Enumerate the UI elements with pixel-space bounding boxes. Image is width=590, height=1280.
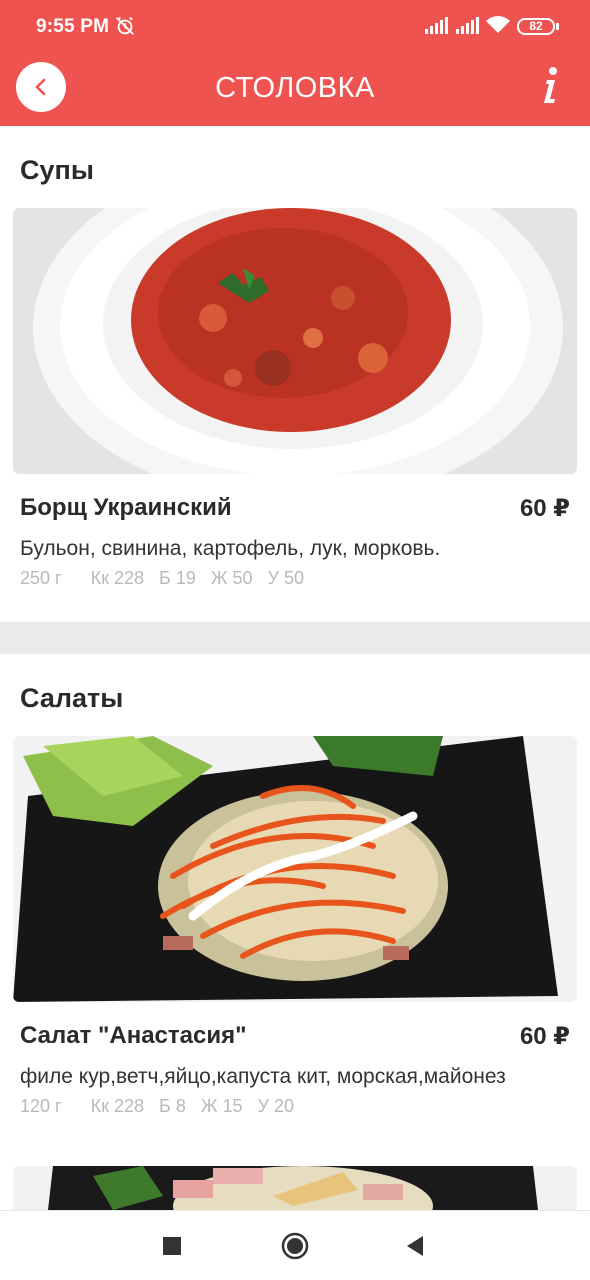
triangle-back-icon [407,1236,423,1256]
dish-nutrition: 120 г Кк 228 Б 8 Ж 15 У 20 [20,1096,304,1117]
battery-indicator: 82 [517,18,555,35]
dish-weight: 250 г [20,568,62,588]
square-icon [163,1237,181,1255]
page-title: СТОЛОВКА [215,72,375,104]
dish-image[interactable] [13,736,577,1002]
dish-fat: Ж 50 [210,568,253,588]
dish-weight: 120 г [20,1096,62,1116]
system-nav-bar [0,1210,590,1280]
dish-kcal: Кк 228 [90,1096,145,1116]
status-bar: 9:55 PM 82 [0,0,590,52]
app-header: 9:55 PM 82 СТОЛОВКА [0,0,590,126]
alarm-off-icon [116,16,134,35]
dish-price: 60 ₽ [519,495,570,522]
dish-description: Бульон, свинина, картофель, лук, морковь… [20,537,441,560]
section-divider [0,622,590,654]
dish-name: Борщ Украинский [20,494,232,521]
status-time: 9:55 PM [36,16,110,37]
dish-protein: Б 8 [159,1096,186,1116]
section-title: Салаты [20,683,124,713]
dish-nutrition: 250 г Кк 228 Б 19 Ж 50 У 50 [20,568,314,589]
info-button[interactable] [528,60,572,110]
nav-home-button[interactable] [280,1231,310,1261]
dish-image[interactable] [13,1166,577,1210]
circle-icon [281,1232,309,1260]
battery-tip [556,23,559,30]
dish-fat: Ж 15 [200,1096,243,1116]
section-title: Супы [20,155,94,185]
dish-kcal: Кк 228 [90,568,145,588]
dish-description: филе кур,ветч,яйцо,капуста кит, морская,… [20,1065,506,1088]
dish-image[interactable] [13,208,577,474]
dish-price: 60 ₽ [519,1023,570,1050]
wifi-icon [486,16,510,33]
signal-icon [456,17,479,34]
dish-protein: Б 19 [159,568,196,588]
dish-carbs: У 20 [257,1096,295,1116]
nav-back-button[interactable] [400,1231,430,1261]
dish-name: Салат "Анастасия" [20,1022,247,1049]
dish-carbs: У 50 [267,568,305,588]
signal-icon [425,17,448,34]
info-icon [544,67,557,103]
nav-recents-button[interactable] [157,1231,187,1261]
